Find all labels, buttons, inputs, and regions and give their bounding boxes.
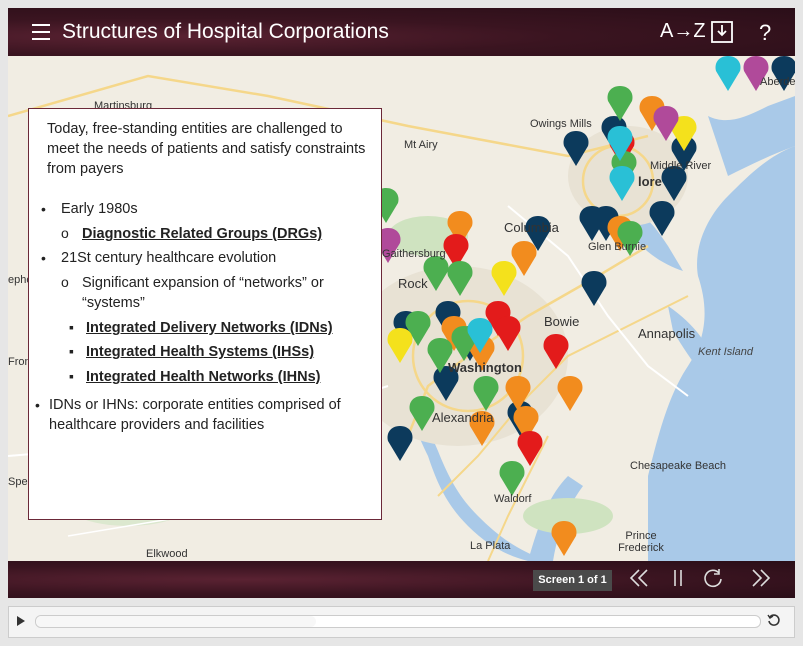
- help-button[interactable]: ?: [759, 20, 771, 46]
- map-label: Waldorf: [494, 493, 532, 505]
- app-frame: Structures of Hospital Corporations A→Z …: [8, 8, 795, 598]
- map-label: Middle River: [650, 160, 712, 172]
- map-label: Elkwood: [146, 548, 188, 560]
- bullet-dot: •: [41, 250, 46, 266]
- link-drgs[interactable]: Diagnostic Related Groups (DRGs): [82, 224, 322, 244]
- replay-icon[interactable]: [702, 567, 724, 595]
- screen-counter: Screen 1 of 1: [533, 570, 612, 591]
- map-label: Washington: [448, 360, 522, 375]
- map-label: Glen Burnie: [588, 241, 647, 253]
- previous-icon[interactable]: [628, 567, 650, 595]
- bullet-networks-line1: Significant expansion of “networks” or: [82, 275, 324, 291]
- bullet-square: ▪: [69, 368, 74, 384]
- menu-icon[interactable]: [32, 24, 50, 40]
- bullet-dot: •: [41, 201, 46, 217]
- pause-icon[interactable]: [670, 567, 686, 595]
- bullet-square: ▪: [69, 319, 74, 335]
- map-label: Kent Island: [698, 346, 754, 358]
- next-icon[interactable]: [750, 567, 772, 595]
- map-label: Annapolis: [638, 326, 696, 341]
- map-label: La Plata: [470, 540, 511, 552]
- bullet-early-1980s: Early 1980s: [61, 201, 138, 217]
- link-idns[interactable]: Integrated Delivery Networks (IDNs): [86, 318, 333, 338]
- map-label: Gaithersburg: [382, 248, 446, 260]
- map-label: Bowie: [544, 314, 580, 329]
- restart-icon[interactable]: [767, 613, 781, 630]
- player-controls: [8, 606, 795, 638]
- header-bar: Structures of Hospital Corporations A→Z …: [8, 8, 795, 56]
- download-icon[interactable]: [710, 20, 734, 50]
- info-panel: Today, free-standing entities are challe…: [28, 108, 382, 520]
- link-ihns[interactable]: Integrated Health Networks (IHNs): [86, 367, 320, 387]
- bullet-idns-line2: healthcare providers and facilities: [49, 417, 265, 433]
- map-label: Mt Airy: [404, 139, 438, 151]
- bullet-square: ▪: [69, 343, 74, 359]
- map-label: Prince Frederick: [618, 530, 664, 554]
- map-view[interactable]: Martinsburg Mt Airy Owings Mills Columbi…: [8, 56, 795, 561]
- bullet-circle: o: [61, 225, 69, 241]
- intro-text: Today, free-standing entities are challe…: [47, 121, 366, 177]
- map-label: lore: [638, 174, 662, 189]
- bullet-idns-line1: IDNs or IHNs: corporate entities compris…: [49, 397, 341, 413]
- bullet-circle: o: [61, 274, 69, 290]
- map-label: Alexandria: [432, 410, 494, 425]
- map-label: Chesapeake Beach: [630, 460, 727, 472]
- glossary-button[interactable]: A→Z: [660, 20, 706, 43]
- map-label: Aberde: [760, 76, 795, 88]
- map-label: Rock: [398, 276, 428, 291]
- bullet-dot: •: [35, 397, 40, 413]
- bullet-21st-century: 21St century healthcare evolution: [61, 250, 277, 266]
- map-label: Owings Mills: [530, 118, 592, 130]
- page-title: Structures of Hospital Corporations: [62, 20, 389, 43]
- map-label: Columbia: [504, 220, 559, 235]
- link-ihss[interactable]: Integrated Health Systems (IHSs): [86, 342, 314, 362]
- bullet-networks-line2: “systems”: [82, 295, 145, 311]
- progress-fill: [36, 616, 316, 627]
- progress-track[interactable]: [35, 615, 761, 628]
- footer-bar: Screen 1 of 1: [8, 561, 795, 598]
- play-icon[interactable]: [17, 616, 25, 626]
